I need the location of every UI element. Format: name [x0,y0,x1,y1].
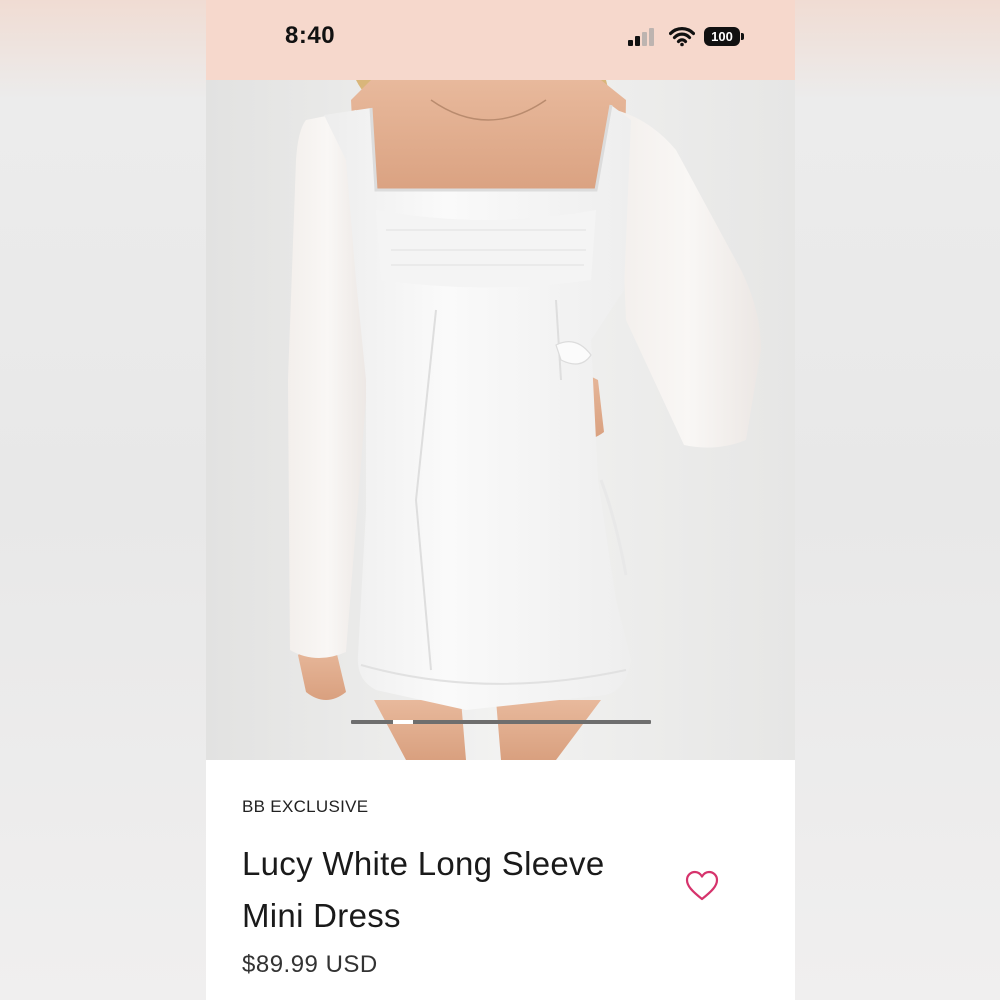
heart-outline-icon[interactable] [685,870,719,902]
status-time: 8:40 [285,22,336,49]
brand-label: BB EXCLUSIVE [242,797,369,816]
battery-icon: 100 [704,27,744,46]
background-blur-right [795,0,1000,1000]
carousel-indicator-active [393,720,413,724]
product-info: BB EXCLUSIVE Lucy White Long Sleeve Mini… [206,760,795,1000]
background-blur-left [0,0,206,1000]
cellular-signal-icon [628,28,660,46]
product-photo [206,80,795,760]
product-price: $89.99 USD [242,951,378,978]
phone-screen: 8:40 100 BB EXCLUSIVE Lucy White Long Sl… [206,0,795,1000]
wifi-icon [669,27,695,47]
carousel-indicator[interactable] [351,720,651,724]
battery-level: 100 [704,27,740,46]
product-title: Lucy White Long Sleeve Mini Dress [242,845,605,934]
product-image-carousel[interactable] [206,80,795,760]
status-bar: 8:40 100 [206,0,795,80]
